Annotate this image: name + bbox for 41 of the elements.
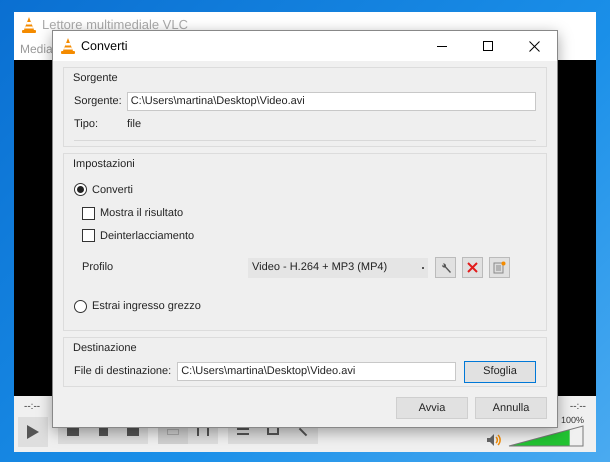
destination-field[interactable]: C:\Users\martina\Desktop\Video.avi xyxy=(177,362,456,381)
browse-button[interactable]: Sfoglia xyxy=(464,360,536,382)
profile-dropdown[interactable]: Video - H.264 + MP3 (MP4) xyxy=(248,258,428,278)
wrench-icon xyxy=(440,262,452,274)
elapsed-time: --:-- xyxy=(24,400,40,414)
speaker-icon xyxy=(486,433,502,447)
profile-label: Profilo xyxy=(82,260,114,276)
checkbox-label: Deinterlacciamento xyxy=(100,228,194,244)
play-button[interactable] xyxy=(18,416,48,446)
volume-slider[interactable] xyxy=(508,425,584,447)
new-profile-button[interactable] xyxy=(489,257,510,278)
delete-icon xyxy=(467,262,478,273)
checkbox[interactable] xyxy=(82,206,95,220)
destination-label: File di destinazione: xyxy=(74,364,172,380)
source-field[interactable]: C:\Users\martina\Desktop\Video.avi xyxy=(126,92,536,110)
type-label: Tipo: xyxy=(74,116,100,132)
radio-button[interactable] xyxy=(74,183,87,196)
dialog-button[interactable]: Avvia xyxy=(396,397,468,419)
group-heading: Destinazione xyxy=(73,341,138,356)
radio-label: Converti xyxy=(92,182,133,198)
volume-reading: 100% xyxy=(560,416,584,425)
checkbox[interactable] xyxy=(82,229,95,242)
close-icon xyxy=(528,40,540,52)
maximize-icon xyxy=(483,41,493,51)
source-label: Sorgente: xyxy=(74,94,122,109)
radio-label: Estrai ingresso grezzo xyxy=(92,299,201,314)
delete-profile-button[interactable] xyxy=(462,257,483,278)
window-title: Lettore multimediale VLC xyxy=(42,16,188,34)
group-heading: Impostazioni xyxy=(73,157,136,172)
type-value: file xyxy=(127,116,142,132)
new-list-icon xyxy=(493,261,506,274)
dialog-title: Converti xyxy=(81,38,128,55)
dialog-button[interactable]: Annulla xyxy=(475,397,547,419)
checkbox-label: Mostra il risultato xyxy=(100,206,184,221)
vlc-cone-icon xyxy=(22,17,36,33)
vlc-cone-icon xyxy=(61,38,75,54)
edit-profile-button[interactable] xyxy=(435,257,456,278)
radio-button[interactable] xyxy=(74,300,87,313)
play-icon xyxy=(27,424,39,438)
group-heading: Sorgente xyxy=(73,71,119,86)
total-time: --:-- xyxy=(570,400,586,414)
